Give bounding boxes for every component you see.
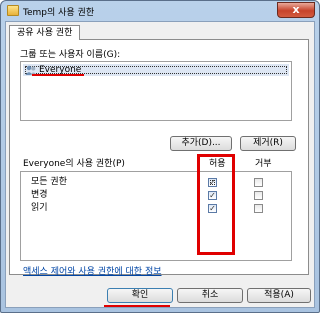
allow-checkbox-read[interactable]: ✓ (208, 204, 217, 213)
permission-name: 변경 (31, 190, 48, 200)
permissions-title: Everyone의 사용 권한(P) (23, 159, 125, 169)
remove-button[interactable]: 제거(R) (240, 136, 296, 151)
folder-icon (7, 5, 19, 16)
users-listbox[interactable]: Everyone (20, 61, 292, 121)
allow-checkbox-full-control[interactable]: ✓ (208, 178, 217, 187)
deny-checkbox-full-control[interactable] (254, 178, 263, 187)
deny-column-header: 거부 (255, 159, 272, 169)
users-group-label: 그룹 또는 사용자 이름(G): (20, 50, 121, 60)
deny-checkbox-change[interactable] (254, 191, 263, 200)
tab-panel: 그룹 또는 사용자 이름(G): Everyone 추가(D)... 제거(R)… (9, 39, 309, 277)
annotation-underline-ok (104, 305, 170, 307)
add-button[interactable]: 추가(D)... (170, 136, 232, 151)
allow-checkbox-change[interactable]: ✓ (208, 191, 217, 200)
title-bar: Temp의 사용 권한 x (1, 1, 319, 21)
ok-button[interactable]: 확인 (107, 288, 173, 303)
permission-name: 읽기 (31, 203, 48, 213)
window-title: Temp의 사용 권한 (23, 8, 95, 18)
permission-name: 모든 권한 (31, 177, 67, 187)
table-row: 읽기 ✓ (21, 202, 291, 215)
apply-button[interactable]: 적용(A) (247, 288, 311, 303)
allow-column-header: 허용 (209, 159, 226, 169)
dialog-client-area: 공유 사용 권한 그룹 또는 사용자 이름(G): Everyone 추가(D)… (5, 21, 315, 308)
deny-checkbox-read[interactable] (254, 204, 263, 213)
table-row: 모든 권한 ✓ (21, 176, 291, 189)
permissions-table: 모든 권한 ✓ 변경 ✓ 읽기 ✓ (20, 171, 292, 261)
cancel-button[interactable]: 취소 (177, 288, 243, 303)
table-row: 변경 ✓ (21, 189, 291, 202)
close-button[interactable]: x (277, 2, 315, 18)
permissions-dialog: Temp의 사용 권한 x 공유 사용 권한 그룹 또는 사용자 이름(G): … (0, 0, 320, 313)
tab-share-permissions[interactable]: 공유 사용 권한 (9, 25, 81, 40)
access-control-help-link[interactable]: 액세스 제어와 사용 권한에 대한 정보 (23, 264, 162, 277)
annotation-underline-everyone (32, 74, 84, 76)
